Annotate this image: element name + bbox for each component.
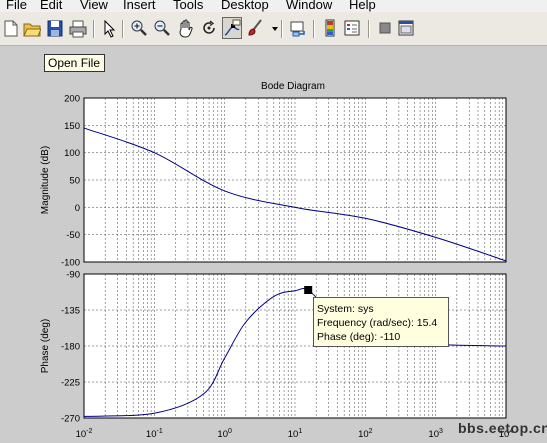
magnitude-ylabel: Magnitude (dB) (40, 146, 51, 214)
y-tick-label: 50 (69, 176, 80, 187)
x-tick-label: 101 (288, 428, 303, 440)
datatip-system: System: sys (317, 303, 374, 315)
chart-title: Bode Diagram (261, 81, 325, 92)
y-tick-label: -225 (61, 378, 80, 389)
y-tick-label: -180 (61, 342, 80, 353)
open-file-tooltip: Open File (44, 54, 105, 72)
y-tick-label: -100 (61, 258, 80, 269)
x-tick-label: 10-1 (146, 428, 163, 440)
x-tick-label: 10-2 (76, 428, 93, 440)
y-tick-label: -50 (66, 230, 80, 241)
x-tick-label: 103 (428, 428, 443, 440)
y-tick-label: 150 (64, 121, 80, 132)
x-ticks: 10-2 10-1 100 101 102 103 104 (76, 428, 514, 440)
x-tick-label: 100 (217, 428, 232, 440)
datatip-frequency: Frequency (rad/sec): 15.4 (317, 317, 438, 329)
phase-ylabel: Phase (deg) (40, 319, 51, 373)
datatip-phase: Phase (deg): -110 (317, 331, 401, 343)
watermark: bbs.eetop.cn (458, 420, 547, 436)
y-tick-label: 200 (64, 94, 80, 105)
y-tick-label: 0 (75, 203, 80, 214)
x-tick-label: 102 (358, 428, 373, 440)
magnitude-y-ticks: -100 -50 0 50 100 150 200 (61, 94, 80, 269)
datatip-marker[interactable] (304, 286, 313, 294)
phase-y-ticks: -270 -225 -180 -135 -90 (61, 270, 80, 425)
y-tick-label: 100 (64, 148, 80, 159)
y-tick-label: -90 (66, 270, 80, 281)
y-tick-label: -270 (61, 414, 80, 425)
datatip-box[interactable]: System: sys Frequency (rad/sec): 15.4 Ph… (313, 297, 449, 347)
y-tick-label: -135 (61, 306, 80, 317)
